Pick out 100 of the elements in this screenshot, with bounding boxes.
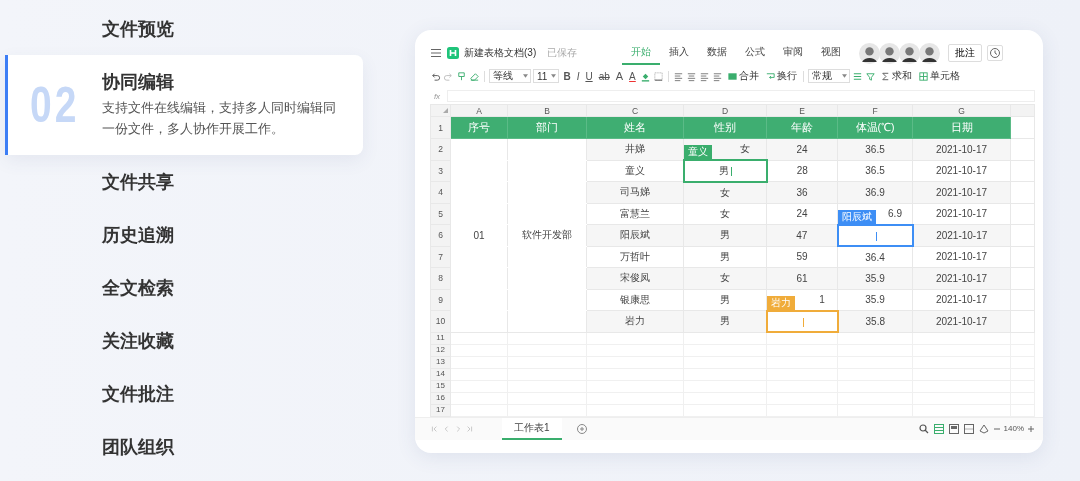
table-cell: 富慧兰 xyxy=(586,203,684,225)
font-select[interactable]: 等线 xyxy=(489,69,531,83)
feature-item[interactable]: 历史追溯 xyxy=(102,222,174,247)
column-header[interactable]: A xyxy=(450,104,508,117)
feature-item[interactable]: 全文检索 xyxy=(102,275,174,300)
table-style-icon[interactable] xyxy=(851,70,863,82)
merge-icon xyxy=(726,70,738,82)
merge-button[interactable]: 合并 xyxy=(724,69,761,83)
save-status: 已保存 xyxy=(547,46,578,60)
cell-button[interactable]: 单元格 xyxy=(915,69,962,83)
column-header[interactable]: C xyxy=(586,104,684,117)
active-cell[interactable]: 男 xyxy=(683,160,767,182)
brush-icon[interactable] xyxy=(456,70,467,82)
table-cell: 银康思 xyxy=(586,289,684,311)
comment-button[interactable]: 批注 xyxy=(948,44,983,62)
align-icon[interactable] xyxy=(685,70,697,82)
active-cell[interactable] xyxy=(837,224,913,246)
align-icon[interactable] xyxy=(711,70,723,82)
document-title: 新建表格文档(3) xyxy=(464,46,537,60)
select-all-icon[interactable] xyxy=(443,108,448,113)
avatar-icon[interactable] xyxy=(919,42,941,64)
feature-title: 协同编辑 xyxy=(102,71,175,94)
table-cell: 男 xyxy=(683,246,767,268)
format-button[interactable]: U xyxy=(583,70,595,82)
row-header[interactable]: 8 xyxy=(430,267,451,289)
table-cell: 36.4 xyxy=(837,246,913,268)
sheet-tab[interactable]: 工作表1 xyxy=(502,417,562,440)
row-header[interactable]: 5 xyxy=(430,203,451,225)
feature-item[interactable]: 团队组织 xyxy=(102,434,174,459)
row-header[interactable]: 6 xyxy=(430,224,451,246)
avatar-icon[interactable] xyxy=(859,42,881,64)
column-header[interactable]: F xyxy=(837,104,913,117)
filter-icon[interactable] xyxy=(864,70,876,82)
caret-icon xyxy=(551,74,557,78)
collaborator-label: 岩力 xyxy=(767,295,795,310)
sum-button[interactable]: 求和 xyxy=(877,69,914,83)
page-layout-icon[interactable] xyxy=(947,422,960,435)
row-header[interactable]: 9 xyxy=(430,289,451,311)
font-size-select[interactable]: 11 xyxy=(533,69,560,83)
avatar-icon[interactable] xyxy=(899,42,921,64)
ribbon-tab[interactable]: 视图 xyxy=(812,41,851,65)
column-header[interactable]: B xyxy=(507,104,587,117)
format-button[interactable]: A xyxy=(613,70,626,82)
row-header[interactable]: 2 xyxy=(430,138,451,160)
add-sheet-icon[interactable] xyxy=(575,422,588,435)
border-icon[interactable] xyxy=(652,70,664,82)
menu-icon[interactable] xyxy=(430,47,442,59)
column-header[interactable]: D xyxy=(683,104,767,117)
number-format-select[interactable]: 常规 xyxy=(807,69,850,83)
table-cell: 59 xyxy=(766,246,838,268)
format-button[interactable]: ab xyxy=(596,70,612,82)
align-icon[interactable] xyxy=(672,70,684,82)
feature-description: 支持文件在线编辑，支持多人同时编辑同一份文件，多人协作开展工作。 xyxy=(102,100,337,138)
table-cell: 万哲叶 xyxy=(586,246,684,268)
align-icon[interactable] xyxy=(698,70,710,82)
wrap-icon xyxy=(764,70,776,82)
grid-icon xyxy=(917,70,929,82)
table-cell: 28 xyxy=(766,160,838,182)
row-header[interactable]: 7 xyxy=(430,246,451,268)
ribbon-tab[interactable]: 审阅 xyxy=(774,41,813,65)
table-cell-text: 6.9 xyxy=(888,208,902,219)
table-cell: 2021-10-17 xyxy=(912,203,1011,225)
wrap-button[interactable]: 换行 xyxy=(762,69,799,83)
feature-item[interactable]: 文件共享 xyxy=(102,169,174,194)
sum-icon xyxy=(879,70,891,82)
ribbon-tab[interactable]: 公式 xyxy=(736,41,775,65)
sheet-nav-icon[interactable] xyxy=(430,424,438,433)
table-cell: 2021-10-17 xyxy=(912,246,1011,268)
feature-item[interactable]: 关注收藏 xyxy=(102,328,174,353)
row-header[interactable]: 1 xyxy=(430,116,451,139)
table-cell: 24 xyxy=(766,203,838,225)
table-cell: 2021-10-17 xyxy=(912,289,1011,311)
sheet-nav-icon[interactable] xyxy=(466,424,474,433)
feature-item[interactable]: 文件预览 xyxy=(102,16,174,41)
zoom-in-icon[interactable] xyxy=(1027,424,1035,433)
ribbon-tab[interactable]: 插入 xyxy=(660,41,699,65)
collaborator-label: 阳辰斌 xyxy=(838,209,876,224)
zoom-search-icon[interactable] xyxy=(917,422,930,435)
eraser-icon[interactable] xyxy=(469,70,480,82)
feature-card[interactable]: 02 协同编辑 支持文件在线编辑，支持多人同时编辑同一份文件，多人协作开展工作。 xyxy=(5,55,363,155)
table-cell: 男 xyxy=(683,289,767,311)
table-cell: 女 xyxy=(683,203,767,225)
row-header[interactable]: 10 xyxy=(430,310,451,332)
feature-number: 02 xyxy=(30,76,81,134)
avatar-icon[interactable] xyxy=(879,42,901,64)
ribbon-tab[interactable]: 数据 xyxy=(698,41,737,65)
row-header[interactable]: 4 xyxy=(430,181,451,203)
table-cell: 35.9 xyxy=(837,289,913,311)
format-button[interactable]: B xyxy=(561,70,573,82)
column-header[interactable]: G xyxy=(912,104,1011,117)
active-cell[interactable] xyxy=(766,310,838,332)
page-break-icon[interactable] xyxy=(962,422,975,435)
row-header[interactable]: 3 xyxy=(430,160,451,182)
table-cell: 2021-10-17 xyxy=(912,160,1011,182)
feature-item[interactable]: 文件批注 xyxy=(102,381,174,406)
column-header[interactable]: E xyxy=(766,104,838,117)
history-icon[interactable] xyxy=(987,45,1004,61)
format-button[interactable]: A xyxy=(627,70,638,82)
format-button[interactable]: I xyxy=(574,70,582,82)
table-cell-text: 女 xyxy=(740,143,750,154)
